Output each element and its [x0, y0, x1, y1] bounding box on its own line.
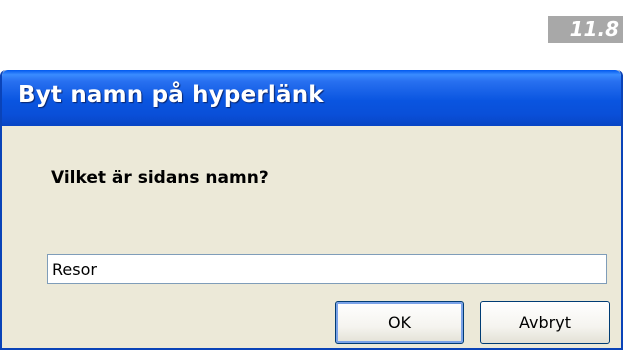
dialog-title: Byt namn på hyperlänk — [18, 82, 324, 108]
dialog-content: Vilket är sidans namn? OK Avbryt — [2, 126, 621, 348]
page-name-input[interactable] — [47, 254, 607, 284]
page-name-label: Vilket är sidans namn? — [51, 168, 269, 188]
ok-button[interactable]: OK — [335, 301, 464, 344]
dialog-titlebar[interactable]: Byt namn på hyperlänk — [2, 70, 621, 126]
section-number-badge: 11.8 — [548, 16, 623, 43]
cancel-button[interactable]: Avbryt — [480, 301, 610, 344]
rename-hyperlink-dialog: Byt namn på hyperlänk Vilket är sidans n… — [0, 70, 623, 350]
